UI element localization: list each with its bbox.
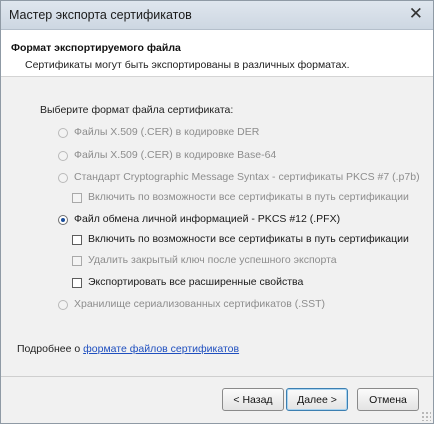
radio-der[interactable]: Файлы X.509 (.CER) в кодировке DER [58,126,259,139]
back-button[interactable]: < Назад [222,388,284,411]
radio-button[interactable] [58,127,68,138]
checkbox-p7b-include-all-label: Включить по возможности все сертификаты … [88,191,409,203]
header-title: Формат экспортируемого файла [11,42,181,54]
radio-der-label: Файлы X.509 (.CER) в кодировке DER [74,126,260,138]
more-info: Подробнее о формате файлов сертификатов [17,343,239,355]
resize-grip-icon[interactable] [421,411,431,421]
checkbox-delete-private-key[interactable]: Удалить закрытый ключ после успешного эк… [72,254,337,267]
next-button[interactable]: Далее > [286,388,348,411]
checkbox[interactable] [72,255,82,266]
radio-pfx[interactable]: Файл обмена личной информацией - PKCS #1… [58,213,340,226]
radio-button[interactable] [58,150,68,161]
radio-sst-label: Хранилище сериализованных сертификатов (… [74,298,326,310]
certificate-formats-link[interactable]: формате файлов сертификатов [83,343,239,355]
checkbox-export-extended-properties-label: Экспортировать все расширенные свойства [88,276,304,288]
checkbox-delete-private-key-label: Удалить закрытый ключ после успешного эк… [88,254,337,266]
checkbox[interactable] [72,277,82,288]
cancel-button[interactable]: Отмена [357,388,419,411]
wizard-content: Выберите формат файла сертификата: Файлы… [1,77,433,375]
checkbox-pfx-include-all-label: Включить по возможности все сертификаты … [88,233,409,245]
footer-divider [1,376,433,377]
window-title: Мастер экспорта сертификатов [9,8,192,22]
checkbox[interactable] [72,234,82,245]
radio-button-selected[interactable] [58,214,68,225]
wizard-window: Мастер экспорта сертификатов ✕ Формат эк… [0,0,434,424]
more-info-prefix: Подробнее о [17,343,81,355]
radio-p7b[interactable]: Стандарт Cryptographic Message Syntax - … [58,171,420,184]
radio-button[interactable] [58,299,68,310]
checkbox[interactable] [72,192,82,203]
radio-base64-label: Файлы X.509 (.CER) в кодировке Base-64 [74,149,277,161]
header-subtitle: Сертификаты могут быть экспортированы в … [25,59,350,71]
radio-p7b-label: Стандарт Cryptographic Message Syntax - … [74,171,420,183]
format-prompt: Выберите формат файла сертификата: [40,104,234,116]
close-icon[interactable]: ✕ [409,5,423,23]
radio-base64[interactable]: Файлы X.509 (.CER) в кодировке Base-64 [58,149,276,162]
radio-sst[interactable]: Хранилище сериализованных сертификатов (… [58,298,325,311]
checkbox-p7b-include-all[interactable]: Включить по возможности все сертификаты … [72,191,409,204]
checkbox-pfx-include-all[interactable]: Включить по возможности все сертификаты … [72,233,409,246]
radio-pfx-label: Файл обмена личной информацией - PKCS #1… [74,213,341,225]
title-bar: Мастер экспорта сертификатов ✕ [1,1,433,30]
radio-button[interactable] [58,172,68,183]
wizard-header: Формат экспортируемого файла Сертификаты… [1,30,433,77]
checkbox-export-extended-properties[interactable]: Экспортировать все расширенные свойства [72,276,303,289]
